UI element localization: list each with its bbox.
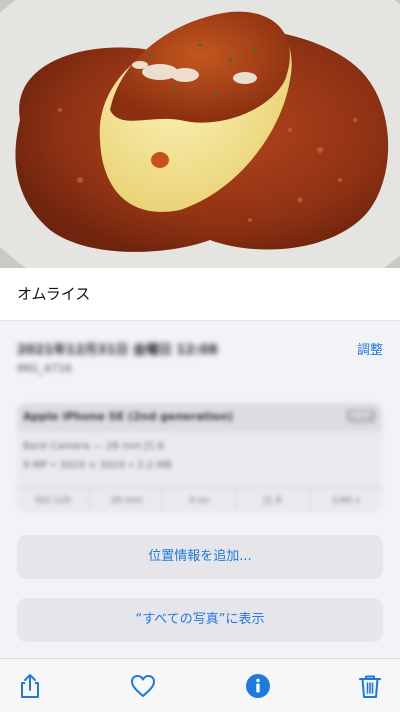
image-size: 9 MP • 3024 × 3024 • 2.2 MB — [23, 460, 172, 471]
show-in-all-photos-button[interactable]: “すべての写真”に表示 — [17, 598, 383, 642]
exif-focal-length: 28 mm — [90, 488, 164, 513]
camera-card-header: Apple iPhone SE (2nd generation) HEIF — [17, 403, 382, 431]
camera-model: Apple iPhone SE (2nd generation) — [23, 410, 234, 423]
exif-shutter: 1/40 s — [332, 496, 360, 506]
share-button[interactable] — [17, 673, 43, 699]
caption-bar[interactable]: オムライス — [0, 268, 400, 321]
trash-icon — [359, 675, 381, 698]
delete-button[interactable] — [357, 673, 383, 699]
exif-row: ISO 125 28 mm 0 ev ƒ1.8 1/40 s — [17, 487, 382, 513]
info-button[interactable] — [245, 673, 271, 699]
heart-icon — [131, 675, 155, 697]
favorite-button[interactable] — [130, 673, 156, 699]
photo-view[interactable] — [0, 0, 400, 268]
bottom-toolbar — [0, 658, 400, 712]
exif-iso: ISO 125 — [17, 488, 91, 513]
adjust-datetime-button[interactable]: 調整 — [357, 339, 383, 358]
exif-aperture: ƒ1.8 — [237, 488, 310, 513]
add-location-button[interactable]: 位置情報を追加... — [17, 535, 383, 579]
camera-info-card: Apple iPhone SE (2nd generation) HEIF Ba… — [17, 403, 382, 513]
photo-datetime: 2021年12月31日 金曜日 12:08 — [17, 343, 218, 358]
photo-filename: IMG_4716 — [17, 362, 72, 375]
caption-text[interactable]: オムライス — [17, 283, 90, 304]
info-icon — [246, 674, 270, 698]
format-badge: HEIF — [345, 409, 376, 423]
share-icon — [21, 674, 39, 698]
omurice-photo — [0, 0, 400, 268]
exif-exposure-bias: 0 ev — [163, 488, 237, 513]
camera-lens: Back Camera — 28 mm ƒ1.8 — [23, 441, 165, 452]
